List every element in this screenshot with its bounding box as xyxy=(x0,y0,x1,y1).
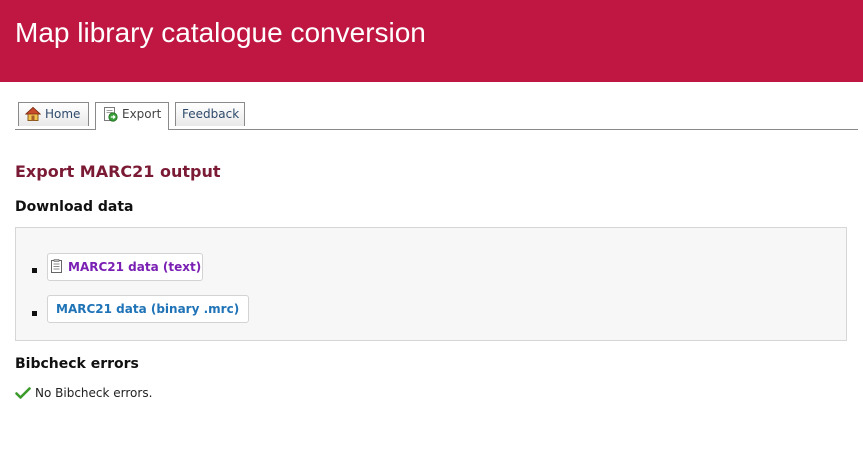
tab-export-label: Export xyxy=(122,107,162,121)
checkmark-icon xyxy=(15,386,31,400)
bibcheck-heading: Bibcheck errors xyxy=(15,356,139,372)
bibcheck-status: No Bibcheck errors. xyxy=(15,386,152,400)
page-title: Export MARC21 output xyxy=(15,162,221,181)
export-icon xyxy=(102,106,118,122)
tab-feedback[interactable]: Feedback xyxy=(175,102,245,126)
download-binary-label: MARC21 data (binary .mrc) xyxy=(56,302,240,316)
app-title: Map library catalogue conversion xyxy=(15,17,426,48)
document-icon xyxy=(51,256,62,273)
tab-home[interactable]: Home xyxy=(18,102,89,126)
tab-feedback-label: Feedback xyxy=(182,107,240,121)
download-text-label: MARC21 data (text) xyxy=(68,260,202,274)
list-bullet xyxy=(32,268,37,273)
bibcheck-message: No Bibcheck errors. xyxy=(35,386,153,400)
tab-bar: Home Export Feedback xyxy=(15,102,858,130)
home-icon xyxy=(24,106,42,122)
tab-home-label: Home xyxy=(45,107,81,121)
tab-export[interactable]: Export xyxy=(95,102,169,130)
download-panel: MARC21 data (text) MARC21 data (binary .… xyxy=(15,227,847,341)
download-text-link[interactable]: MARC21 data (text) xyxy=(47,253,203,281)
list-bullet xyxy=(32,311,37,316)
download-heading: Download data xyxy=(15,199,134,215)
page-header: Map library catalogue conversion xyxy=(0,0,863,82)
download-binary-link[interactable]: MARC21 data (binary .mrc) xyxy=(47,295,249,323)
